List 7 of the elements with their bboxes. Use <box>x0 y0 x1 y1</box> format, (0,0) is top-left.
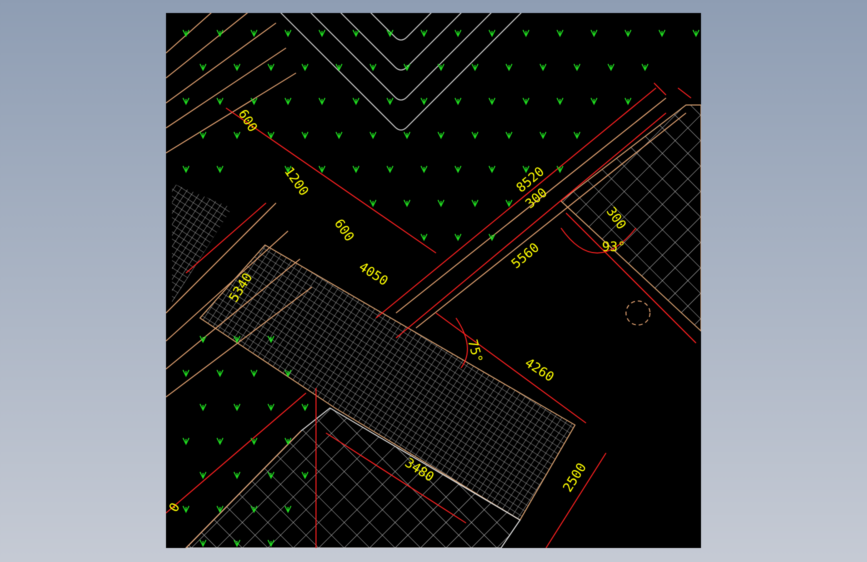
dimension-label: 4260 <box>522 356 556 386</box>
dimension-label: 600 <box>330 216 356 245</box>
dimension-label: 300 <box>602 204 628 233</box>
dimension-label: 600 <box>234 107 260 136</box>
dimension-label: 0 <box>166 500 184 516</box>
dimension-label: 75° <box>464 338 485 365</box>
dimension-label: 4050 <box>356 260 390 290</box>
